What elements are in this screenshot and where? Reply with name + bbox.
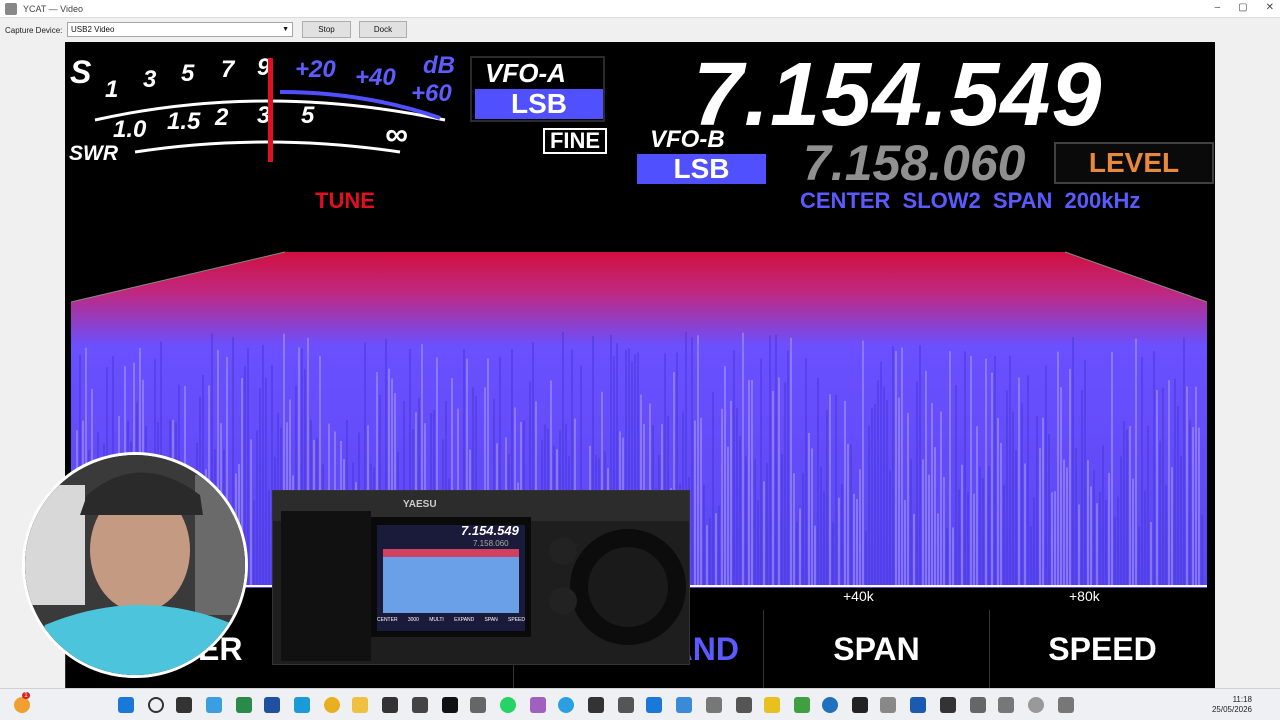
- clock-time: 11:18: [1232, 695, 1252, 704]
- task-view-icon[interactable]: [176, 697, 192, 713]
- app-icon-17[interactable]: [940, 697, 956, 713]
- tune-indicator: TUNE: [315, 188, 375, 213]
- inset-key-span: SPAN: [484, 617, 498, 623]
- app-icon-5[interactable]: [530, 697, 546, 713]
- s-meter-label: S: [70, 54, 92, 90]
- stop-button[interactable]: Stop: [302, 21, 351, 38]
- webcam-overlay: [22, 452, 248, 678]
- app-icon-11[interactable]: [736, 697, 752, 713]
- db-scale-40: +40: [355, 64, 396, 91]
- app-icon-3[interactable]: [442, 697, 458, 713]
- chrome-icon[interactable]: [324, 697, 340, 713]
- s-scale-1: 1: [105, 76, 119, 103]
- scale-tick-40k: +40k: [843, 588, 874, 604]
- window-titlebar: YCAT — Video – ▢ ✕: [0, 0, 1280, 18]
- chevron-down-icon: ▼: [282, 26, 289, 33]
- scale-tick-80k: +80k: [1069, 588, 1100, 604]
- app-icon-16[interactable]: [910, 697, 926, 713]
- search-icon[interactable]: [148, 697, 164, 713]
- app-icon: [5, 2, 17, 15]
- app-icon-6[interactable]: [588, 697, 604, 713]
- radio-photo-inset: YAESU 7.154.549 7.158.060 CENTER 3000 MU…: [272, 490, 690, 665]
- store-icon[interactable]: [264, 697, 280, 713]
- app-icon-1[interactable]: [382, 697, 398, 713]
- sub-frequency: 7.158.060: [803, 135, 1026, 191]
- edge-icon[interactable]: [236, 697, 252, 713]
- minimize-button[interactable]: –: [1215, 2, 1221, 13]
- vfo-b-mode: LSB: [637, 154, 766, 184]
- app-icon-14[interactable]: [822, 697, 838, 713]
- capture-device-value: USB2 Video: [71, 25, 115, 34]
- capture-device-select[interactable]: USB2 Video ▼: [67, 22, 293, 37]
- inset-frequency: 7.154.549: [461, 523, 519, 538]
- scope-status: CENTER SLOW2 SPAN 200kHz: [800, 188, 1141, 213]
- level-button: LEVEL: [1054, 142, 1214, 184]
- main-frequency: 7.154.549: [693, 45, 1103, 145]
- app-icon-2[interactable]: [412, 697, 428, 713]
- db-scale-60: +60: [411, 80, 452, 107]
- inset-sub-frequency: 7.158.060: [473, 539, 509, 548]
- db-scale-20: +20: [295, 56, 336, 83]
- folder-icon[interactable]: [352, 697, 368, 713]
- notification-icon[interactable]: [14, 697, 30, 713]
- softkey-speed: SPEED: [989, 610, 1215, 688]
- inset-key-center: CENTER: [377, 617, 398, 623]
- telegram-icon[interactable]: [558, 697, 574, 713]
- swr-scale-1-0: 1.0: [113, 116, 147, 143]
- inset-key-3000: 3000: [407, 617, 419, 623]
- vfo-a-mode: LSB: [475, 89, 603, 119]
- maximize-button[interactable]: ▢: [1238, 2, 1247, 13]
- start-icon[interactable]: [118, 697, 134, 713]
- capture-toolbar: Capture Device: USB2 Video ▼ Stop Dock: [0, 18, 1280, 42]
- db-unit: dB: [423, 52, 455, 79]
- dock-button[interactable]: Dock: [359, 21, 407, 38]
- system-clock[interactable]: 11:18 25/05/2026: [1212, 695, 1252, 715]
- window-title: YCAT — Video: [23, 3, 84, 14]
- app-icon-18[interactable]: [998, 697, 1014, 713]
- s-scale-7: 7: [221, 56, 235, 83]
- inset-brand: YAESU: [403, 499, 437, 510]
- inset-key-multi: MULTI: [429, 617, 444, 623]
- inset-key-speed: SPEED: [508, 617, 525, 623]
- app-icon-9[interactable]: [676, 697, 692, 713]
- vfo-a-label: VFO-A: [485, 58, 566, 88]
- app-icon-15[interactable]: [880, 697, 896, 713]
- s-scale-3: 3: [143, 66, 157, 93]
- app-icon-4[interactable]: [470, 697, 486, 713]
- settings-icon[interactable]: [1028, 697, 1044, 713]
- app-icon-8[interactable]: [646, 697, 662, 713]
- windows-taskbar: 1 11:18 25/05/2026: [0, 688, 1280, 720]
- app-icon-10[interactable]: [706, 697, 722, 713]
- swr-scale-2: 2: [215, 104, 229, 131]
- swr-scale-1-5: 1.5: [167, 108, 201, 135]
- app-icon-7[interactable]: [618, 697, 634, 713]
- app-icon-13[interactable]: [794, 697, 810, 713]
- fine-indicator: FINE: [543, 128, 607, 154]
- close-button[interactable]: ✕: [1266, 2, 1274, 13]
- swr-scale-infinity: ∞: [385, 116, 408, 152]
- s-scale-5: 5: [181, 60, 195, 87]
- notification-badge: 1: [22, 692, 30, 699]
- app-icon-12[interactable]: [764, 697, 780, 713]
- swr-label: SWR: [69, 142, 118, 165]
- ycat-icon[interactable]: [970, 697, 986, 713]
- capture-device-label: Capture Device:: [5, 25, 63, 35]
- meter-needle: [268, 58, 273, 162]
- widgets-icon[interactable]: [206, 697, 222, 713]
- swr-scale-5: 5: [301, 102, 315, 129]
- clock-date: 25/05/2026: [1211, 705, 1252, 714]
- whatsapp-icon[interactable]: [500, 697, 516, 713]
- inset-key-expand: EXPAND: [454, 617, 475, 623]
- app-icon-19[interactable]: [1058, 697, 1074, 713]
- mail-icon[interactable]: [294, 697, 310, 713]
- softkey-span: SPAN: [763, 610, 989, 688]
- sdr-icon[interactable]: [852, 697, 868, 713]
